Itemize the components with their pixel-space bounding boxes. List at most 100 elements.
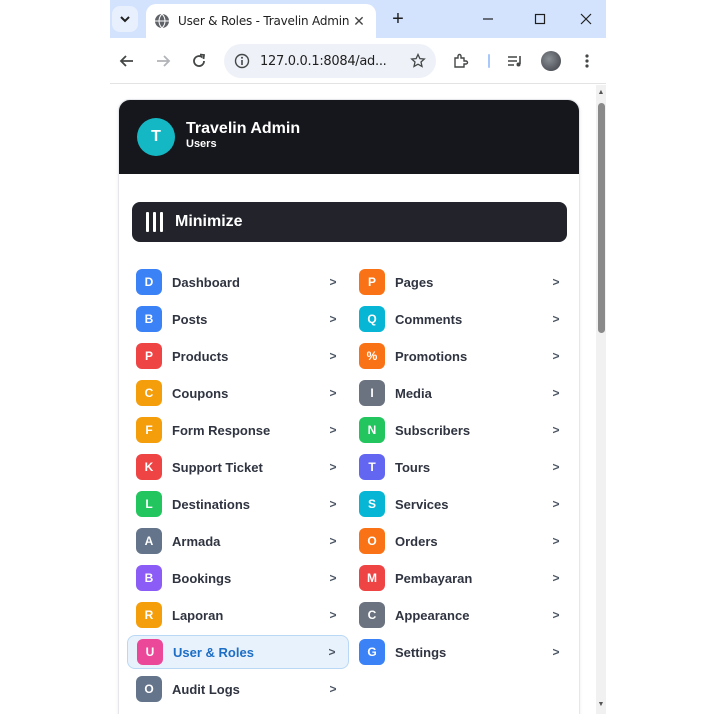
menu-badge: P	[136, 343, 162, 369]
menu-label: Settings	[395, 644, 447, 660]
menu-item-appearance[interactable]: C Appearance >	[350, 598, 572, 632]
close-tab-icon[interactable]: ✕	[350, 12, 368, 30]
menu-label: Posts	[172, 311, 208, 327]
menu-item-posts[interactable]: B Posts >	[127, 302, 349, 336]
menu-badge: S	[359, 491, 385, 517]
menu-label: Support Ticket	[172, 459, 263, 475]
url-text: 127.0.0.1:8084/ad...	[260, 53, 387, 69]
minimize-button[interactable]: Minimize	[132, 202, 567, 242]
chevron-right-icon: >	[329, 312, 337, 326]
chevron-right-icon: >	[329, 571, 337, 585]
chevron-right-icon: >	[552, 423, 560, 437]
menu-badge: M	[359, 565, 385, 591]
menu-item-services[interactable]: S Services >	[350, 487, 572, 521]
tab-search-button[interactable]	[112, 6, 138, 32]
tab-strip: User & Roles - Travelin Admin ✕ +	[110, 0, 606, 38]
menu-item-tours[interactable]: T Tours >	[350, 450, 572, 484]
menu-label: Tours	[395, 459, 431, 475]
scrollbar-thumb[interactable]	[598, 103, 605, 333]
menu-item-pembayaran[interactable]: M Pembayaran >	[350, 561, 572, 595]
scrollbar[interactable]: ▲ ▼	[596, 85, 606, 714]
menu-item-armada[interactable]: A Armada >	[127, 524, 349, 558]
menu-item-orders[interactable]: O Orders >	[350, 524, 572, 558]
chevron-right-icon: >	[552, 497, 560, 511]
menu-label: Subscribers	[395, 422, 471, 438]
brand-avatar: T	[137, 118, 175, 156]
forward-arrow-icon[interactable]	[150, 48, 176, 74]
chevron-right-icon: >	[552, 645, 560, 659]
scroll-down-icon[interactable]: ▼	[597, 701, 605, 709]
chevron-right-icon: >	[329, 349, 337, 363]
star-icon[interactable]	[410, 53, 426, 69]
chevron-down-icon	[120, 16, 130, 23]
browser-tab[interactable]: User & Roles - Travelin Admin ✕	[146, 4, 376, 38]
menu-item-settings[interactable]: G Settings >	[350, 635, 572, 669]
menu-label: Laporan	[172, 607, 224, 623]
media-control-icon[interactable]	[502, 48, 528, 74]
panel-header: T Travelin Admin Users	[119, 100, 579, 174]
menu-label: Products	[172, 348, 229, 364]
menu-item-form-response[interactable]: F Form Response >	[127, 413, 349, 447]
menu-label: Promotions	[395, 348, 468, 364]
menu-badge: %	[359, 343, 385, 369]
profile-avatar[interactable]	[541, 51, 561, 71]
menu-item-products[interactable]: P Products >	[127, 339, 349, 373]
menu-item-media[interactable]: I Media >	[350, 376, 572, 410]
menu-label: Comments	[395, 311, 463, 327]
menu-badge: B	[136, 306, 162, 332]
close-window-icon[interactable]	[572, 6, 600, 32]
chevron-right-icon: >	[328, 645, 336, 659]
menu-badge: L	[136, 491, 162, 517]
menu-badge: C	[136, 380, 162, 406]
menu-badge: K	[136, 454, 162, 480]
brand-title: Travelin Admin	[186, 120, 301, 137]
page-viewport: T Travelin Admin Users Minimize D Dashboa…	[110, 85, 596, 714]
scroll-up-icon[interactable]: ▲	[597, 89, 605, 97]
new-tab-button[interactable]: +	[385, 6, 411, 32]
menu-label: User & Roles	[173, 644, 254, 660]
browser-window: User & Roles - Travelin Admin ✕ + 127.0.…	[110, 0, 606, 714]
more-menu-icon[interactable]	[574, 48, 600, 74]
chevron-right-icon: >	[552, 349, 560, 363]
menu-badge: O	[359, 528, 385, 554]
menu-badge: C	[359, 602, 385, 628]
tab-title: User & Roles - Travelin Admin	[178, 14, 350, 28]
menu-item-support-ticket[interactable]: K Support Ticket >	[127, 450, 349, 484]
menu-item-subscribers[interactable]: N Subscribers >	[350, 413, 572, 447]
menu-label: Destinations	[172, 496, 251, 512]
chevron-right-icon: >	[329, 386, 337, 400]
menu-badge: O	[136, 676, 162, 702]
chevron-right-icon: >	[552, 608, 560, 622]
menu-badge: F	[136, 417, 162, 443]
menu-label: Pages	[395, 274, 434, 290]
site-info-icon[interactable]	[234, 53, 250, 69]
menu-item-laporan[interactable]: R Laporan >	[127, 598, 349, 632]
menu-badge: R	[136, 602, 162, 628]
menu-item-user-roles[interactable]: U User & Roles >	[127, 635, 349, 669]
menu-item-audit-logs[interactable]: O Audit Logs >	[127, 672, 349, 706]
menu-label: Armada	[172, 533, 221, 549]
back-arrow-icon[interactable]	[114, 48, 140, 74]
chevron-right-icon: >	[329, 423, 337, 437]
menu-item-dashboard[interactable]: D Dashboard >	[127, 265, 349, 299]
chevron-right-icon: >	[552, 534, 560, 548]
menu-item-comments[interactable]: Q Comments >	[350, 302, 572, 336]
menu-item-destinations[interactable]: L Destinations >	[127, 487, 349, 521]
menu-badge: G	[359, 639, 385, 665]
menu-badge: D	[136, 269, 162, 295]
menu-label: Media	[395, 385, 432, 401]
maximize-window-icon[interactable]	[526, 6, 554, 32]
address-bar[interactable]: 127.0.0.1:8084/ad...	[224, 44, 436, 78]
extensions-icon[interactable]	[448, 48, 474, 74]
reload-icon[interactable]	[186, 48, 212, 74]
chevron-right-icon: >	[329, 497, 337, 511]
bars-icon	[146, 212, 163, 232]
minimize-window-icon[interactable]	[474, 6, 502, 32]
browser-toolbar: 127.0.0.1:8084/ad...	[110, 38, 606, 84]
menu-item-pages[interactable]: P Pages >	[350, 265, 572, 299]
globe-icon	[155, 13, 169, 29]
menu-item-coupons[interactable]: C Coupons >	[127, 376, 349, 410]
menu-item-promotions[interactable]: % Promotions >	[350, 339, 572, 373]
menu-item-bookings[interactable]: B Bookings >	[127, 561, 349, 595]
menu-badge: U	[137, 639, 163, 665]
